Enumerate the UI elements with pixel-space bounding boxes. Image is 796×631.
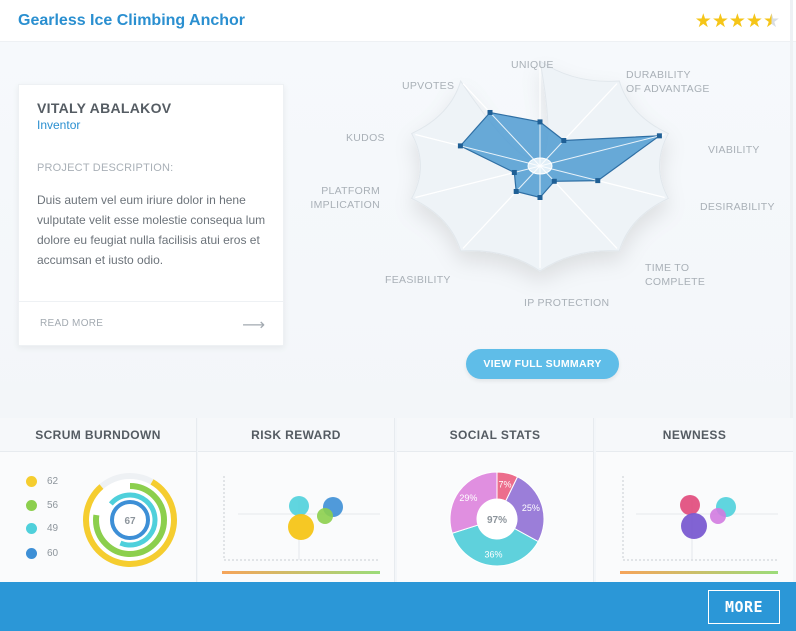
radar-label-feasibility: FEASIBILITY xyxy=(385,274,451,286)
rating-stars[interactable]: ★★★★★ xyxy=(695,10,780,33)
project-description: Duis autem vel eum iriure dolor in hene … xyxy=(37,193,266,267)
radar-label-time-line2: COMPLETE xyxy=(645,276,706,288)
risk-bubble[interactable] xyxy=(289,496,309,516)
radar-center xyxy=(527,157,553,175)
radar-point[interactable] xyxy=(513,188,519,194)
risk-gradient-bar xyxy=(222,571,380,574)
newness-bubble[interactable] xyxy=(681,513,707,539)
radar-label-durability-line1: DURABILITY xyxy=(626,69,691,81)
radar-label-durability: DURABILITY OF ADVANTAGE xyxy=(626,68,710,96)
radar-label-platform-line2: IMPLICATION xyxy=(310,199,380,211)
donut-slice-label: 36% xyxy=(485,549,503,559)
scrum-rings: 67 xyxy=(83,473,177,567)
risk-scatter xyxy=(222,476,380,574)
radar-label-unique: UNIQUE xyxy=(511,59,554,71)
donut-slice-label: 25% xyxy=(522,503,540,513)
radar-chart: UNIQUE DURABILITY OF ADVANTAGE VIABILITY … xyxy=(300,50,790,340)
inventor-name: VITALY ABALAKOV xyxy=(37,100,172,116)
newness-bubble[interactable] xyxy=(680,495,700,515)
donut-slice-label: 7% xyxy=(498,479,511,489)
risk-reward-widget[interactable]: RISK REWARD xyxy=(198,418,395,582)
radar-label-kudos: KUDOS xyxy=(346,132,385,144)
arrow-right-icon[interactable]: ⟶ xyxy=(242,315,265,335)
radar-point[interactable] xyxy=(561,138,567,144)
radar-point[interactable] xyxy=(511,169,517,175)
star-icon[interactable]: ★ xyxy=(729,11,746,32)
newness-bubble[interactable] xyxy=(710,508,726,524)
star-icon[interactable]: ★ xyxy=(712,11,729,32)
footer-bar: MORE xyxy=(0,582,796,631)
widget-title-social: SOCIAL STATS xyxy=(397,418,593,452)
widget-row: SCRUM BURNDOWN 62 56 49 60 67 RISK REWAR… xyxy=(0,418,796,582)
newness-widget[interactable]: NEWNESS xyxy=(596,418,793,582)
radar-point[interactable] xyxy=(537,195,543,200)
widget-title-newness: NEWNESS xyxy=(596,418,793,452)
radar-point[interactable] xyxy=(487,109,493,115)
radar-point[interactable] xyxy=(551,178,557,184)
star-icon[interactable]: ★ xyxy=(746,11,763,32)
scrum-center-value: 67 xyxy=(124,516,136,527)
newness-scatter xyxy=(620,476,778,574)
risk-bubble[interactable] xyxy=(317,508,333,524)
radar-point[interactable] xyxy=(656,133,662,139)
radar-label-platform: PLATFORM IMPLICATION xyxy=(310,184,380,212)
inventor-role[interactable]: Inventor xyxy=(37,118,80,132)
card-footer: READ MORE ⟶ xyxy=(19,301,283,345)
risk-bubble[interactable] xyxy=(288,514,314,540)
description-label: PROJECT DESCRIPTION: xyxy=(37,162,174,174)
radar-point[interactable] xyxy=(537,119,543,125)
read-more-link[interactable]: READ MORE xyxy=(40,318,103,329)
view-full-summary-button[interactable]: VIEW FULL SUMMARY xyxy=(466,349,619,379)
radar-label-ip: IP PROTECTION xyxy=(524,297,610,309)
newness-gradient-bar xyxy=(620,571,778,574)
donut-slice-label: 29% xyxy=(459,493,477,503)
project-title: Gearless Ice Climbing Anchor xyxy=(18,12,246,29)
radar-label-time-line1: TIME TO xyxy=(645,262,690,274)
radar-label-desirability: DESIRABILITY xyxy=(700,201,775,213)
radar-label-upvotes: UPVOTES xyxy=(402,80,455,92)
social-center-value: 97% xyxy=(487,515,507,526)
radar-label-time: TIME TO COMPLETE xyxy=(645,261,705,289)
widget-title-risk: RISK REWARD xyxy=(198,418,394,452)
social-donut: 7% 25% 36% 29% 97% xyxy=(449,471,545,567)
social-stats-widget[interactable]: SOCIAL STATS 7% 25% 36% 29% 97% xyxy=(397,418,594,582)
star-icon[interactable]: ★ xyxy=(695,11,712,32)
scrum-burndown-widget[interactable]: SCRUM BURNDOWN 62 56 49 60 67 xyxy=(0,418,197,582)
radar-label-durability-line2: OF ADVANTAGE xyxy=(626,83,710,95)
radar-label-viability: VIABILITY xyxy=(708,144,760,156)
more-button[interactable]: MORE xyxy=(708,590,780,624)
radar-point[interactable] xyxy=(595,178,601,184)
radar-label-platform-line1: PLATFORM xyxy=(321,185,380,197)
half-star-icon[interactable]: ★ xyxy=(763,11,780,32)
radar-point[interactable] xyxy=(457,143,463,149)
widget-title-scrum: SCRUM BURNDOWN xyxy=(0,418,196,452)
inventor-card: VITALY ABALAKOV Inventor PROJECT DESCRIP… xyxy=(18,84,284,346)
top-bar: Gearless Ice Climbing Anchor ★★★★★ xyxy=(0,0,796,42)
